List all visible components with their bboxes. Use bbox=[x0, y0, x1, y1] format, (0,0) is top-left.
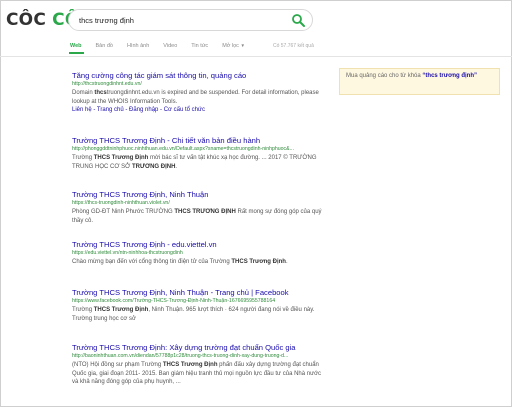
search-icon[interactable] bbox=[291, 13, 306, 28]
result-url[interactable]: https://www.facebook.com/Trường-THCS-Trư… bbox=[72, 298, 327, 305]
result-title[interactable]: Trường THCS Trương Định - edu.viettel.vn bbox=[72, 240, 327, 249]
filter-label: Mở lọc bbox=[222, 43, 239, 49]
snippet-text: . bbox=[175, 163, 178, 170]
ad-promo-box[interactable]: Mua quảng cáo cho từ khóa “thcs trương đ… bbox=[339, 68, 500, 95]
snippet-highlight: THCS TRƯƠNG ĐỊNH bbox=[174, 209, 236, 215]
active-tab-indicator bbox=[69, 52, 84, 54]
tab-news[interactable]: Tin tức bbox=[191, 43, 208, 49]
snippet-highlight: THCS Trương Định bbox=[162, 362, 218, 368]
tab-maps[interactable]: Bản đồ bbox=[96, 43, 113, 49]
result-title[interactable]: Trường THCS Trương Định: Xây dựng trường… bbox=[72, 343, 327, 352]
result-url[interactable]: https://thcs-truongdinh-ninhthuan.violet… bbox=[72, 200, 327, 207]
search-result: Tăng cường công tác giám sát thông tin, … bbox=[72, 71, 327, 115]
result-title[interactable]: Trường THCS Trương Định, Ninh Thuận - Tr… bbox=[72, 288, 327, 297]
ad-promo-text: Mua quảng cáo cho từ khóa bbox=[346, 73, 421, 79]
search-tabs: Web Bản đồ Hình ảnh Video Tin tức Mở lọc… bbox=[70, 40, 259, 52]
logo-text-1: CÔC bbox=[6, 10, 47, 30]
ad-promo-keyword: “thcs trương định” bbox=[422, 73, 478, 79]
snippet-highlight: THCS Trương Định bbox=[231, 259, 286, 265]
search-input[interactable] bbox=[79, 13, 284, 28]
result-count: Có 57.767 kết quả bbox=[273, 43, 314, 49]
result-url[interactable]: http://phonggddtninhphuoc.ninhthuan.edu.… bbox=[72, 146, 327, 153]
snippet-text: Trường bbox=[72, 155, 94, 161]
result-url[interactable]: http://baoninhthuan.com.vn/diendan/57788… bbox=[72, 353, 327, 360]
result-snippet: Chào mừng bạn đến với cổng thông tin điệ… bbox=[72, 258, 327, 267]
result-snippet: Domain thcstruongdinhnt.edu.vn is expire… bbox=[72, 89, 327, 106]
result-url[interactable]: http://thcstruongdinhnt.edu.vn/ bbox=[72, 81, 327, 88]
search-result: Trường THCS Trương Định, Ninh Thuận - Tr… bbox=[72, 288, 327, 323]
tab-web[interactable]: Web bbox=[70, 43, 82, 49]
snippet-text: Chào mừng bạn đến với cổng thông tin điệ… bbox=[72, 259, 232, 265]
result-title[interactable]: Trường THCS Trương Định, Ninh Thuận bbox=[72, 190, 327, 199]
snippet-text: truongdinhnt.edu.vn is expired and be su… bbox=[72, 90, 319, 105]
snippet-text: . bbox=[285, 259, 288, 265]
snippet-text: Domain bbox=[72, 90, 95, 96]
result-sitelinks[interactable]: Liên hệ - Trang chủ - Đăng nhập - Cơ cấu… bbox=[72, 106, 327, 115]
result-title[interactable]: Tăng cường công tác giám sát thông tin, … bbox=[72, 71, 327, 80]
search-box bbox=[68, 9, 313, 31]
chevron-down-icon: ▼ bbox=[240, 43, 245, 48]
header-divider bbox=[0, 56, 512, 57]
snippet-text: (NTO) Hội đồng sư phạm Trường bbox=[72, 362, 163, 368]
tab-images[interactable]: Hình ảnh bbox=[127, 43, 149, 49]
search-result: Trường THCS Trương Định - Chi tiết văn b… bbox=[72, 136, 327, 171]
search-result: Trường THCS Trương Định - edu.viettel.vn… bbox=[72, 240, 327, 267]
search-result: Trường THCS Trương Định, Ninh Thuận http… bbox=[72, 190, 327, 225]
tab-video[interactable]: Video bbox=[163, 43, 177, 49]
search-result: Trường THCS Trương Định: Xây dựng trường… bbox=[72, 343, 327, 387]
snippet-highlight: THCS Trương Định bbox=[93, 155, 149, 161]
snippet-highlight: THCS Trương Định bbox=[93, 307, 149, 313]
result-snippet: Phòng GD-ĐT Ninh Phước TRƯỜNG THCS TRƯƠN… bbox=[72, 208, 327, 225]
result-snippet: (NTO) Hội đồng sư phạm Trường THCS Trươn… bbox=[72, 361, 327, 387]
result-snippet: Trường THCS Trương Định, Ninh Thuận. 965… bbox=[72, 306, 327, 323]
snippet-text: Trường bbox=[72, 307, 94, 313]
snippet-highlight: TRƯƠNG ĐỊNH bbox=[131, 163, 176, 170]
snippet-text: Phòng GD-ĐT Ninh Phước TRƯỜNG bbox=[72, 209, 175, 215]
tab-filter[interactable]: Mở lọc ▼ bbox=[222, 43, 245, 49]
snippet-highlight: thcs bbox=[94, 90, 107, 96]
result-snippet: Trường THCS Trương Định mời bác sĩ tư vấ… bbox=[72, 154, 327, 171]
result-title[interactable]: Trường THCS Trương Định - Chi tiết văn b… bbox=[72, 136, 327, 145]
result-url[interactable]: https://edu.viettel.vn/ntn-ninhhoa-thcst… bbox=[72, 250, 327, 257]
